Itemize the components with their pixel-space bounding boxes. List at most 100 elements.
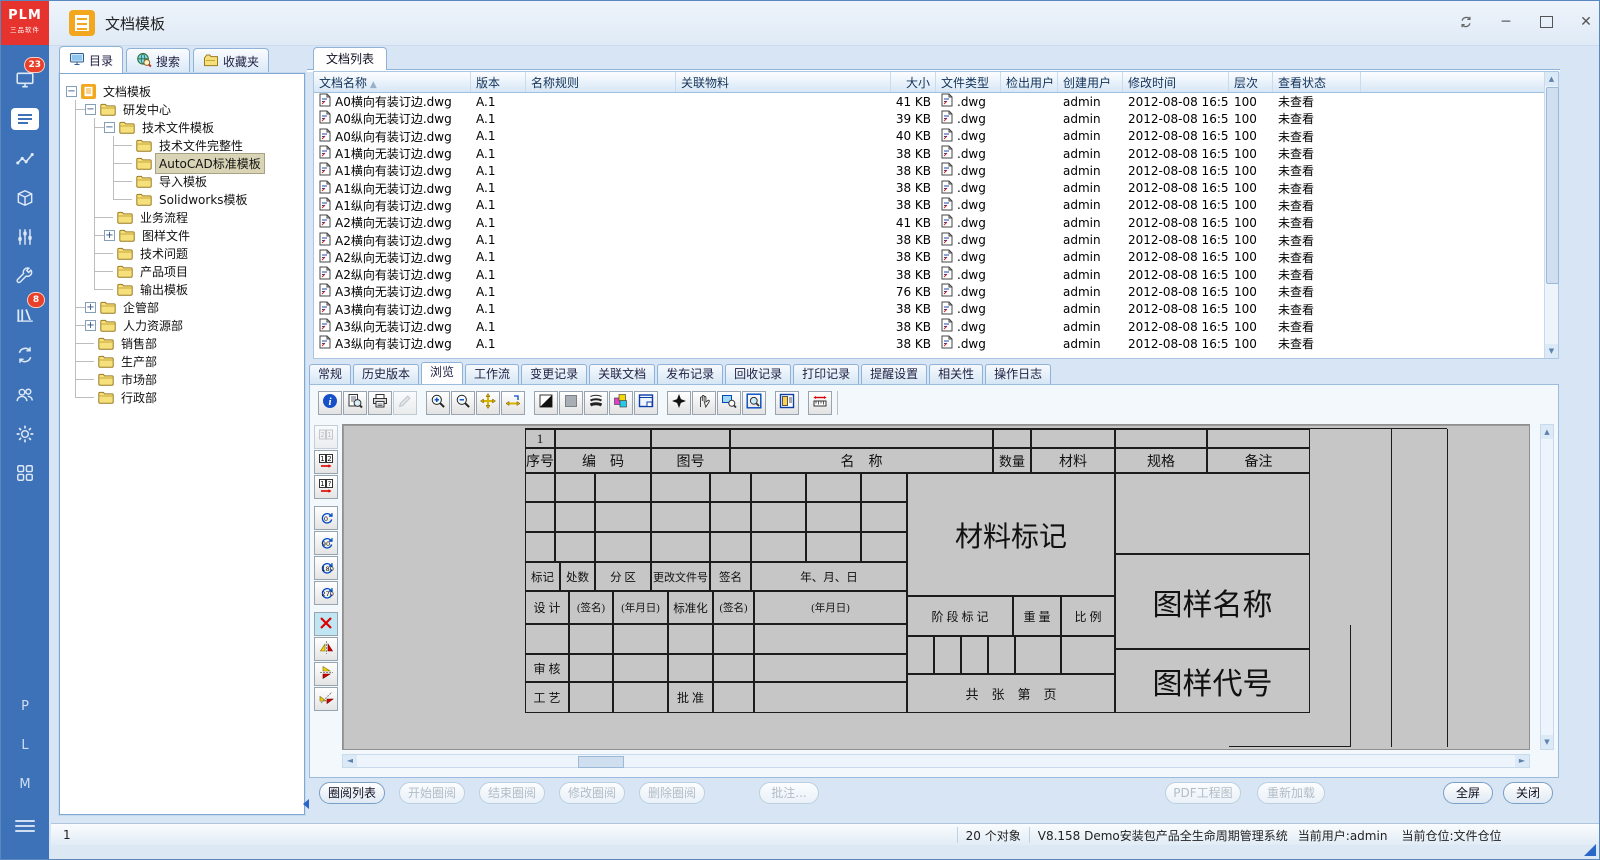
table-scrollbar[interactable]: ▲ ▼ bbox=[1544, 72, 1558, 358]
preview-scroll-right-icon[interactable]: ► bbox=[1515, 755, 1529, 767]
minimize-button[interactable]: ─ bbox=[1491, 9, 1521, 35]
nav-tab-收藏夹[interactable]: 收藏夹 bbox=[193, 48, 269, 73]
tab-相关性[interactable]: 相关性 bbox=[929, 364, 983, 384]
invert-colors-button[interactable] bbox=[534, 391, 558, 415]
sidebar-item-cube[interactable] bbox=[1, 181, 49, 215]
sidebar-item-wrench[interactable] bbox=[1, 259, 49, 293]
tree-item-生产部[interactable]: 生产部 bbox=[66, 352, 304, 370]
preview-scroll-down-icon[interactable]: ▼ bbox=[1541, 735, 1553, 749]
scroll-up-icon[interactable]: ▲ bbox=[1545, 72, 1558, 86]
tab-提醒设置[interactable]: 提醒设置 bbox=[861, 364, 927, 384]
column-header-层次[interactable]: 层次 bbox=[1229, 72, 1273, 92]
button-结束圈阅[interactable]: 结束圈阅 bbox=[479, 782, 545, 804]
tab-document-list[interactable]: 文档列表 bbox=[313, 47, 387, 70]
sidebar-item-documents[interactable] bbox=[1, 102, 49, 136]
tree-item-销售部[interactable]: 销售部 bbox=[66, 334, 304, 352]
refresh-button[interactable] bbox=[1451, 9, 1481, 35]
column-header-查看状态[interactable]: 查看状态 bbox=[1273, 72, 1361, 92]
column-header-修改时间[interactable]: 修改时间 bbox=[1123, 72, 1229, 92]
info-button[interactable]: i bbox=[318, 391, 342, 415]
tab-变更记录[interactable]: 变更记录 bbox=[521, 364, 587, 384]
new-window-button[interactable] bbox=[634, 391, 658, 415]
tab-操作日志[interactable]: 操作日志 bbox=[985, 364, 1051, 384]
tree-item-图样文件[interactable]: +图样文件 bbox=[66, 226, 304, 244]
table-row[interactable]: A3纵向有装订边.dwgA.138 KB.dwgadmin2012-08-08 … bbox=[314, 335, 1558, 352]
fit-page-button[interactable] bbox=[476, 391, 500, 415]
tree-item-文档模板[interactable]: −文档模板 bbox=[66, 82, 304, 100]
flip-horizontal-button[interactable] bbox=[314, 637, 338, 661]
tree-item-业务流程[interactable]: 业务流程 bbox=[66, 208, 304, 226]
preview-vscrollbar[interactable]: ▲ ▼ bbox=[1540, 424, 1554, 750]
zoom-in-button[interactable] bbox=[426, 391, 450, 415]
table-row[interactable]: A1纵向无装订边.dwgA.138 KB.dwgadmin2012-08-08 … bbox=[314, 179, 1558, 196]
nav-tab-搜索[interactable]: 搜索 bbox=[126, 48, 190, 73]
button-全屏[interactable]: 全屏 bbox=[1443, 782, 1493, 804]
preview-hscrollbar[interactable]: ◄ ► bbox=[342, 754, 1530, 768]
compare-versions-button[interactable]: 21 bbox=[314, 425, 338, 449]
rotate-90-button[interactable]: 90 bbox=[314, 531, 338, 555]
tree-item-技术文件完整性[interactable]: 技术文件完整性 bbox=[66, 136, 304, 154]
zoom-select-button[interactable] bbox=[742, 391, 766, 415]
drawing-canvas[interactable]: 1序号编 码图号名 称数量材料规格备注标记处数分 区更改文件号签名年、月、日设 … bbox=[342, 424, 1530, 750]
copy-page-1-2-button[interactable]: 12 bbox=[314, 450, 338, 474]
table-row[interactable]: A2纵向无装订边.dwgA.138 KB.dwgadmin2012-08-08 … bbox=[314, 249, 1558, 266]
collapse-icon[interactable]: − bbox=[85, 104, 96, 115]
table-row[interactable]: A3横向无装订边.dwgA.176 KB.dwgadmin2012-08-08 … bbox=[314, 283, 1558, 300]
preview-scroll-left-icon[interactable]: ◄ bbox=[343, 755, 357, 767]
markup-list-window-button[interactable] bbox=[775, 391, 799, 415]
sidebar-item-library[interactable]: 8 bbox=[1, 298, 49, 332]
table-row[interactable]: A3纵向无装订边.dwgA.138 KB.dwgadmin2012-08-08 … bbox=[314, 318, 1558, 335]
tree-item-研发中心[interactable]: −研发中心 bbox=[66, 100, 304, 118]
hand-button[interactable] bbox=[692, 391, 716, 415]
tab-浏览[interactable]: 浏览 bbox=[421, 362, 463, 384]
sidebar-item-apps[interactable] bbox=[1, 456, 49, 490]
annotate-pen-button[interactable] bbox=[393, 391, 417, 415]
copy-page-1-q-button[interactable]: 1? bbox=[314, 475, 338, 499]
button-修改圈阅[interactable]: 修改圈阅 bbox=[559, 782, 625, 804]
rotate-270-button[interactable]: 270 bbox=[314, 581, 338, 605]
rotate-180-button[interactable]: 180 bbox=[314, 556, 338, 580]
expand-icon[interactable]: + bbox=[85, 302, 96, 313]
table-row[interactable]: A1纵向有装订边.dwgA.138 KB.dwgadmin2012-08-08 … bbox=[314, 197, 1558, 214]
tree-item-技术文件模板[interactable]: −技术文件模板 bbox=[66, 118, 304, 136]
tab-关联文档[interactable]: 关联文档 bbox=[589, 364, 655, 384]
no-flip-button[interactable] bbox=[314, 612, 338, 636]
button-开始圈阅[interactable]: 开始圈阅 bbox=[399, 782, 465, 804]
table-row[interactable]: A3横向有装订边.dwgA.138 KB.dwgadmin2012-08-08 … bbox=[314, 301, 1558, 318]
tree-item-Solidworks模板[interactable]: Solidworks模板 bbox=[66, 190, 304, 208]
column-header-创建用户[interactable]: 创建用户 bbox=[1058, 72, 1123, 92]
rotate-0-button[interactable]: 0 bbox=[314, 506, 338, 530]
tab-工作流[interactable]: 工作流 bbox=[465, 364, 519, 384]
tree-item-输出模板[interactable]: 输出模板 bbox=[66, 280, 304, 298]
column-header-文档名称[interactable]: 文档名称 ▲ bbox=[314, 72, 471, 92]
table-row[interactable]: A0横向有装订边.dwgA.141 KB.dwgadmin2012-08-08 … bbox=[314, 93, 1558, 110]
column-header-版本[interactable]: 版本 bbox=[471, 72, 526, 92]
flip-vertical-button[interactable] bbox=[314, 662, 338, 686]
tree-item-产品项目[interactable]: 产品项目 bbox=[66, 262, 304, 280]
tab-回收记录[interactable]: 回收记录 bbox=[725, 364, 791, 384]
preview-hscroll-thumb[interactable] bbox=[578, 756, 624, 768]
table-row[interactable]: A2横向无装订边.dwgA.141 KB.dwgadmin2012-08-08 … bbox=[314, 214, 1558, 231]
table-row[interactable]: A1横向有装订边.dwgA.138 KB.dwgadmin2012-08-08 … bbox=[314, 162, 1558, 179]
tree-item-导入模板[interactable]: 导入模板 bbox=[66, 172, 304, 190]
color-settings-button[interactable] bbox=[609, 391, 633, 415]
button-圈阅列表[interactable]: 圈阅列表 bbox=[319, 782, 385, 804]
collapse-icon[interactable]: − bbox=[66, 86, 77, 97]
sidebar-item-users[interactable] bbox=[1, 378, 49, 412]
sidebar-item-sync[interactable] bbox=[1, 338, 49, 372]
scroll-down-icon[interactable]: ▼ bbox=[1545, 344, 1558, 358]
button-PDF工程图[interactable]: PDF工程图 bbox=[1165, 782, 1241, 804]
tree-item-市场部[interactable]: 市场部 bbox=[66, 370, 304, 388]
expand-icon[interactable]: + bbox=[85, 320, 96, 331]
table-row[interactable]: A2纵向有装订边.dwgA.138 KB.dwgadmin2012-08-08 … bbox=[314, 266, 1558, 283]
print-button[interactable] bbox=[368, 391, 392, 415]
sidebar-item-chart[interactable] bbox=[1, 142, 49, 176]
button-重新加载[interactable]: 重新加载 bbox=[1257, 782, 1325, 804]
nav-tab-目录[interactable]: 目录 bbox=[59, 46, 123, 73]
collapse-icon[interactable]: − bbox=[104, 122, 115, 133]
tab-发布记录[interactable]: 发布记录 bbox=[657, 364, 723, 384]
measure-button[interactable] bbox=[808, 391, 832, 415]
resize-grip-icon[interactable] bbox=[1584, 844, 1596, 856]
close-button[interactable]: ✕ bbox=[1571, 9, 1600, 35]
fit-width-button[interactable] bbox=[501, 391, 525, 415]
